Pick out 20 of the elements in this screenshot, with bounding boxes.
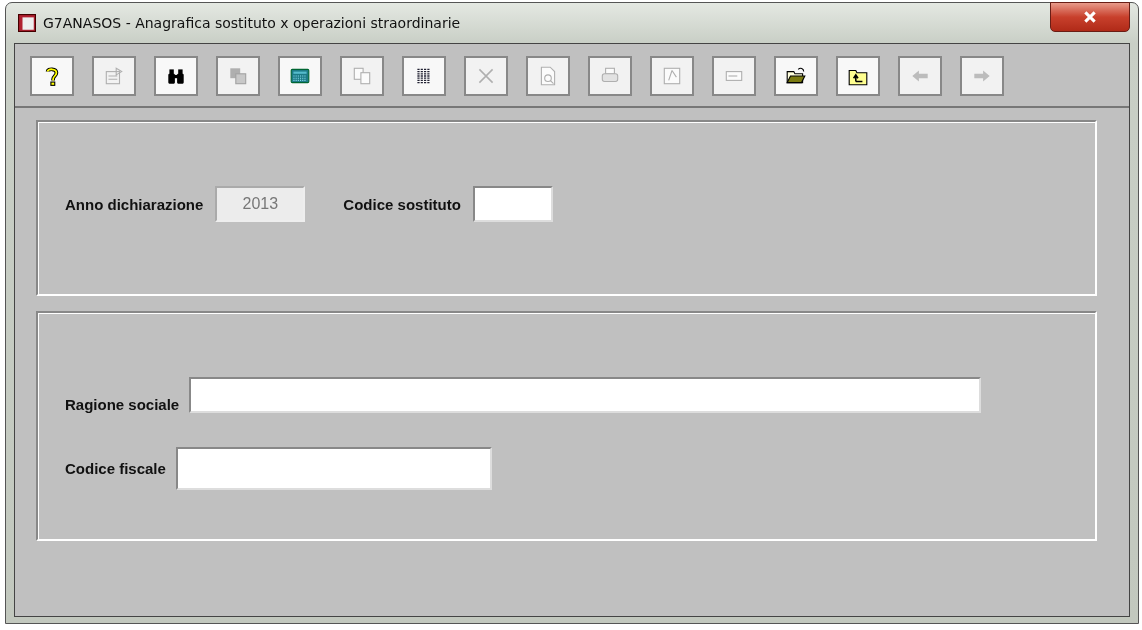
- tiles-icon: [227, 65, 249, 87]
- toolbar-button[interactable]: [836, 56, 880, 96]
- input-field[interactable]: [472, 186, 553, 222]
- window-title: G7ANASOS - Anagrafica sostituto x operazioni straordinarie: [43, 15, 462, 31]
- input-field[interactable]: [175, 446, 492, 490]
- toolbar-button[interactable]: [154, 56, 198, 96]
- document-symbol-icon: [661, 65, 683, 87]
- toolbar-button[interactable]: [402, 56, 446, 96]
- toolbar-button[interactable]: [30, 56, 74, 96]
- window-icon: [18, 14, 36, 32]
- field-label: Codice sostituto: [343, 195, 461, 213]
- field-label: Anno dichiarazione: [65, 195, 204, 213]
- field-label: Ragione sociale: [65, 395, 180, 413]
- close-icon: [1083, 10, 1097, 24]
- field-label: Codice fiscale: [65, 459, 166, 477]
- input-field[interactable]: [189, 376, 982, 413]
- toolbar-button[interactable]: [774, 56, 818, 96]
- copy-icon: [351, 65, 373, 87]
- close-button[interactable]: [1050, 2, 1130, 32]
- form-icon: [103, 65, 125, 87]
